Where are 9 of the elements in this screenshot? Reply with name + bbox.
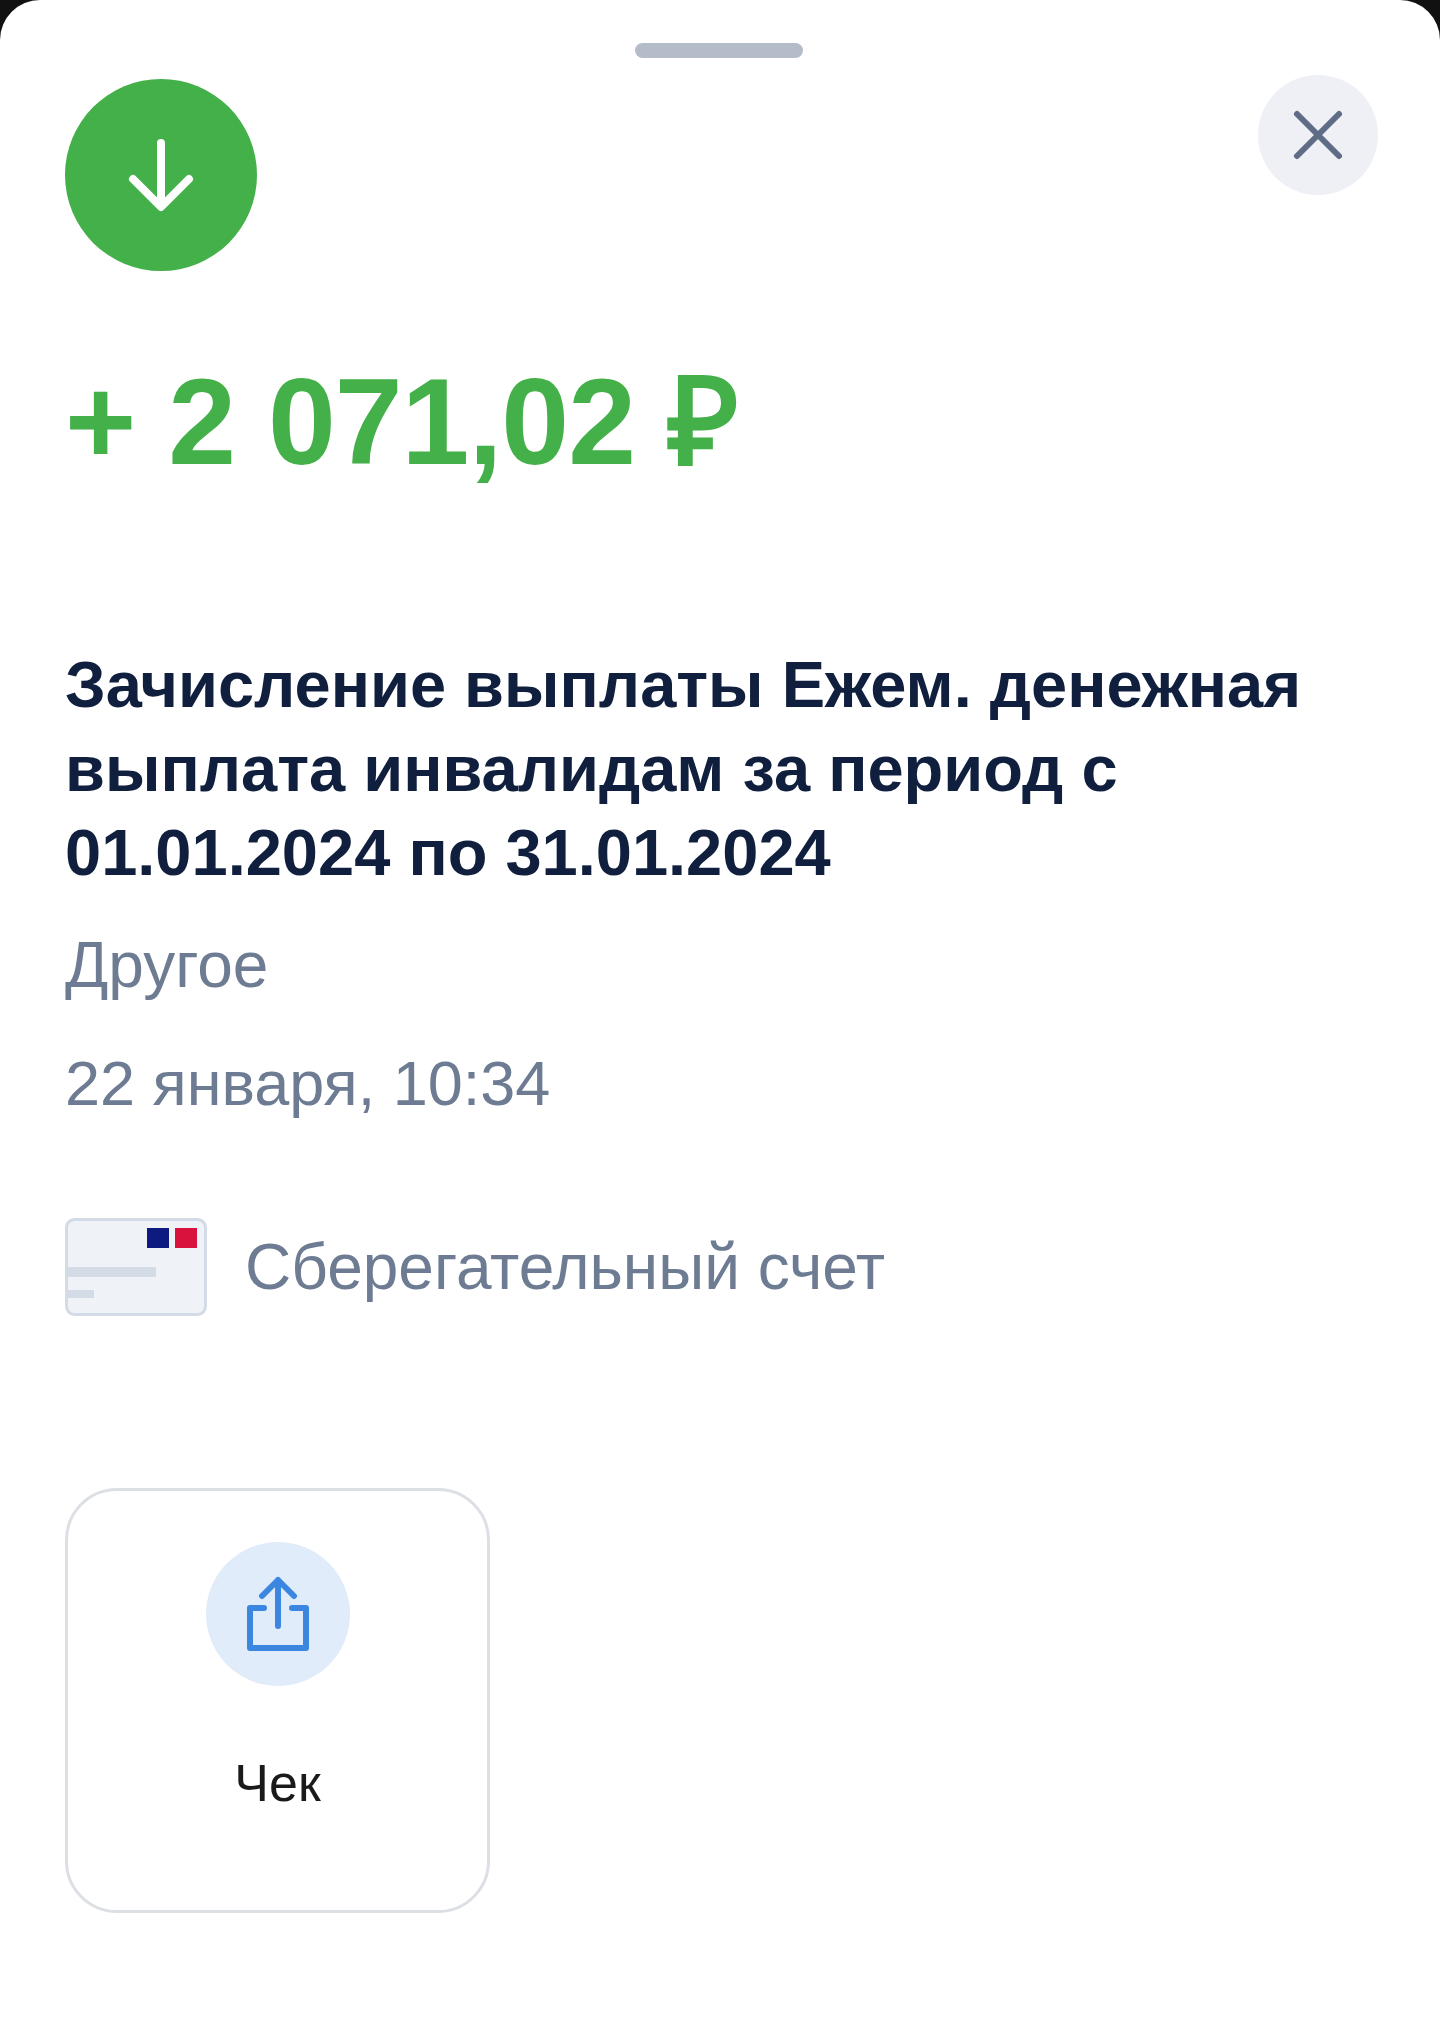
close-icon xyxy=(1292,109,1344,161)
amount: + 2 071,02 ₽ xyxy=(65,361,739,483)
card-icon xyxy=(65,1218,207,1316)
drag-handle[interactable] xyxy=(635,43,803,58)
date-time: 22 января, 10:34 xyxy=(65,1047,552,1120)
category: Другое xyxy=(65,928,270,1003)
transaction-description: Зачисление выплаты Ежем. денежная выплата инвалидам за период с 01.01.2024 по 31.01.2024 xyxy=(65,647,1303,891)
account-name: Сберегательный счет xyxy=(245,1230,886,1305)
receipt-button[interactable]: Чек xyxy=(65,1488,490,1913)
